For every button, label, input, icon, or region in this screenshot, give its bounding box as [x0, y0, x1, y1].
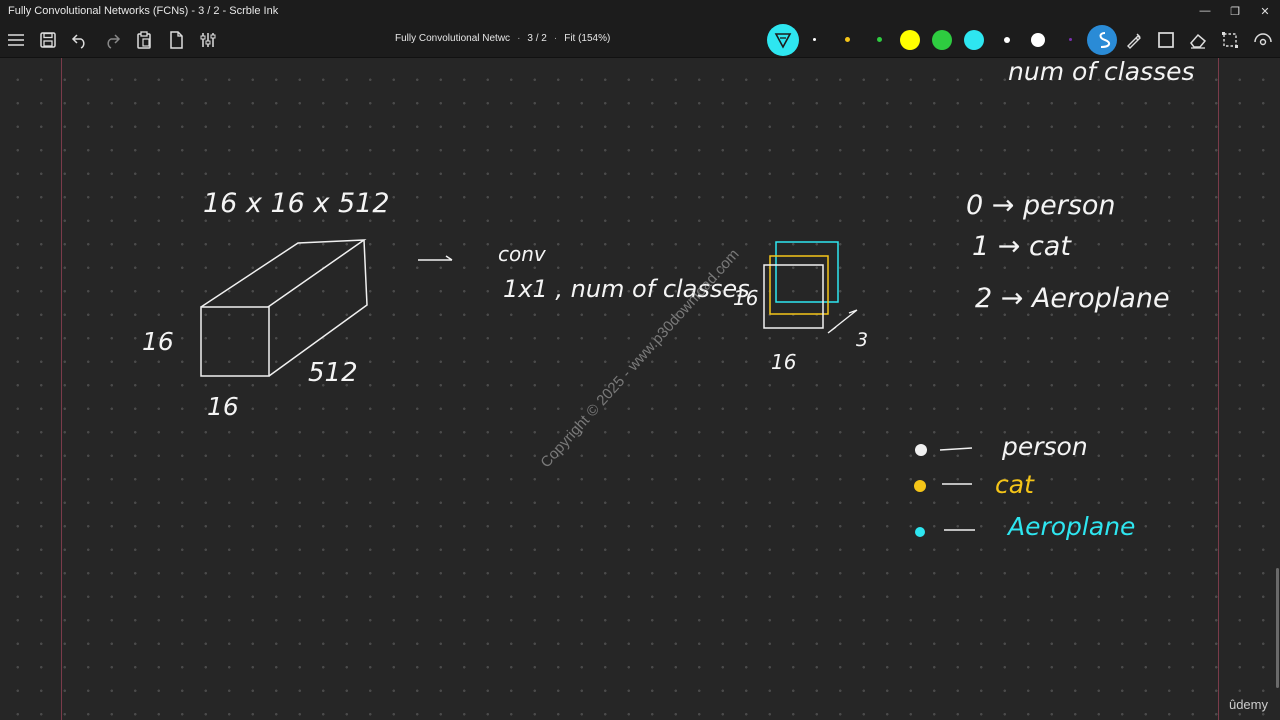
- class-2-label: 2 → Aeroplane: [975, 283, 1170, 314]
- legend-arrows: [939, 447, 975, 531]
- num-classes-label: num of classes: [1008, 57, 1195, 86]
- dim-depth-label: 512: [308, 358, 358, 388]
- legend-dot-cat: [914, 480, 926, 492]
- channels-label: 3: [856, 329, 868, 351]
- legend-cat-label: cat: [995, 470, 1035, 499]
- class-0-label: 0 → person: [966, 190, 1116, 221]
- arrow-to-conv: [418, 255, 453, 261]
- vertical-scrollbar[interactable]: [1276, 568, 1279, 688]
- small-height-label: 16: [733, 286, 758, 310]
- small-width-label: 16: [771, 350, 796, 374]
- legend-dot-aeroplane: [915, 527, 925, 537]
- dim-width-label: 16: [207, 392, 239, 421]
- output-channel-squares: [763, 241, 839, 329]
- legend-person-label: person: [1001, 432, 1088, 461]
- legend-dot-person: [915, 444, 927, 456]
- conv-label: conv: [498, 242, 547, 266]
- feature-map-box: [200, 239, 368, 377]
- legend-aeroplane-label: Aeroplane: [1006, 512, 1135, 541]
- depth-arrow: [827, 309, 858, 334]
- udemy-logo: ûdemy: [1228, 697, 1268, 712]
- dim-height-label: 16: [142, 327, 174, 356]
- class-1-label: 1 → cat: [972, 231, 1072, 262]
- dims-top-label: 16 x 16 x 512: [203, 188, 390, 219]
